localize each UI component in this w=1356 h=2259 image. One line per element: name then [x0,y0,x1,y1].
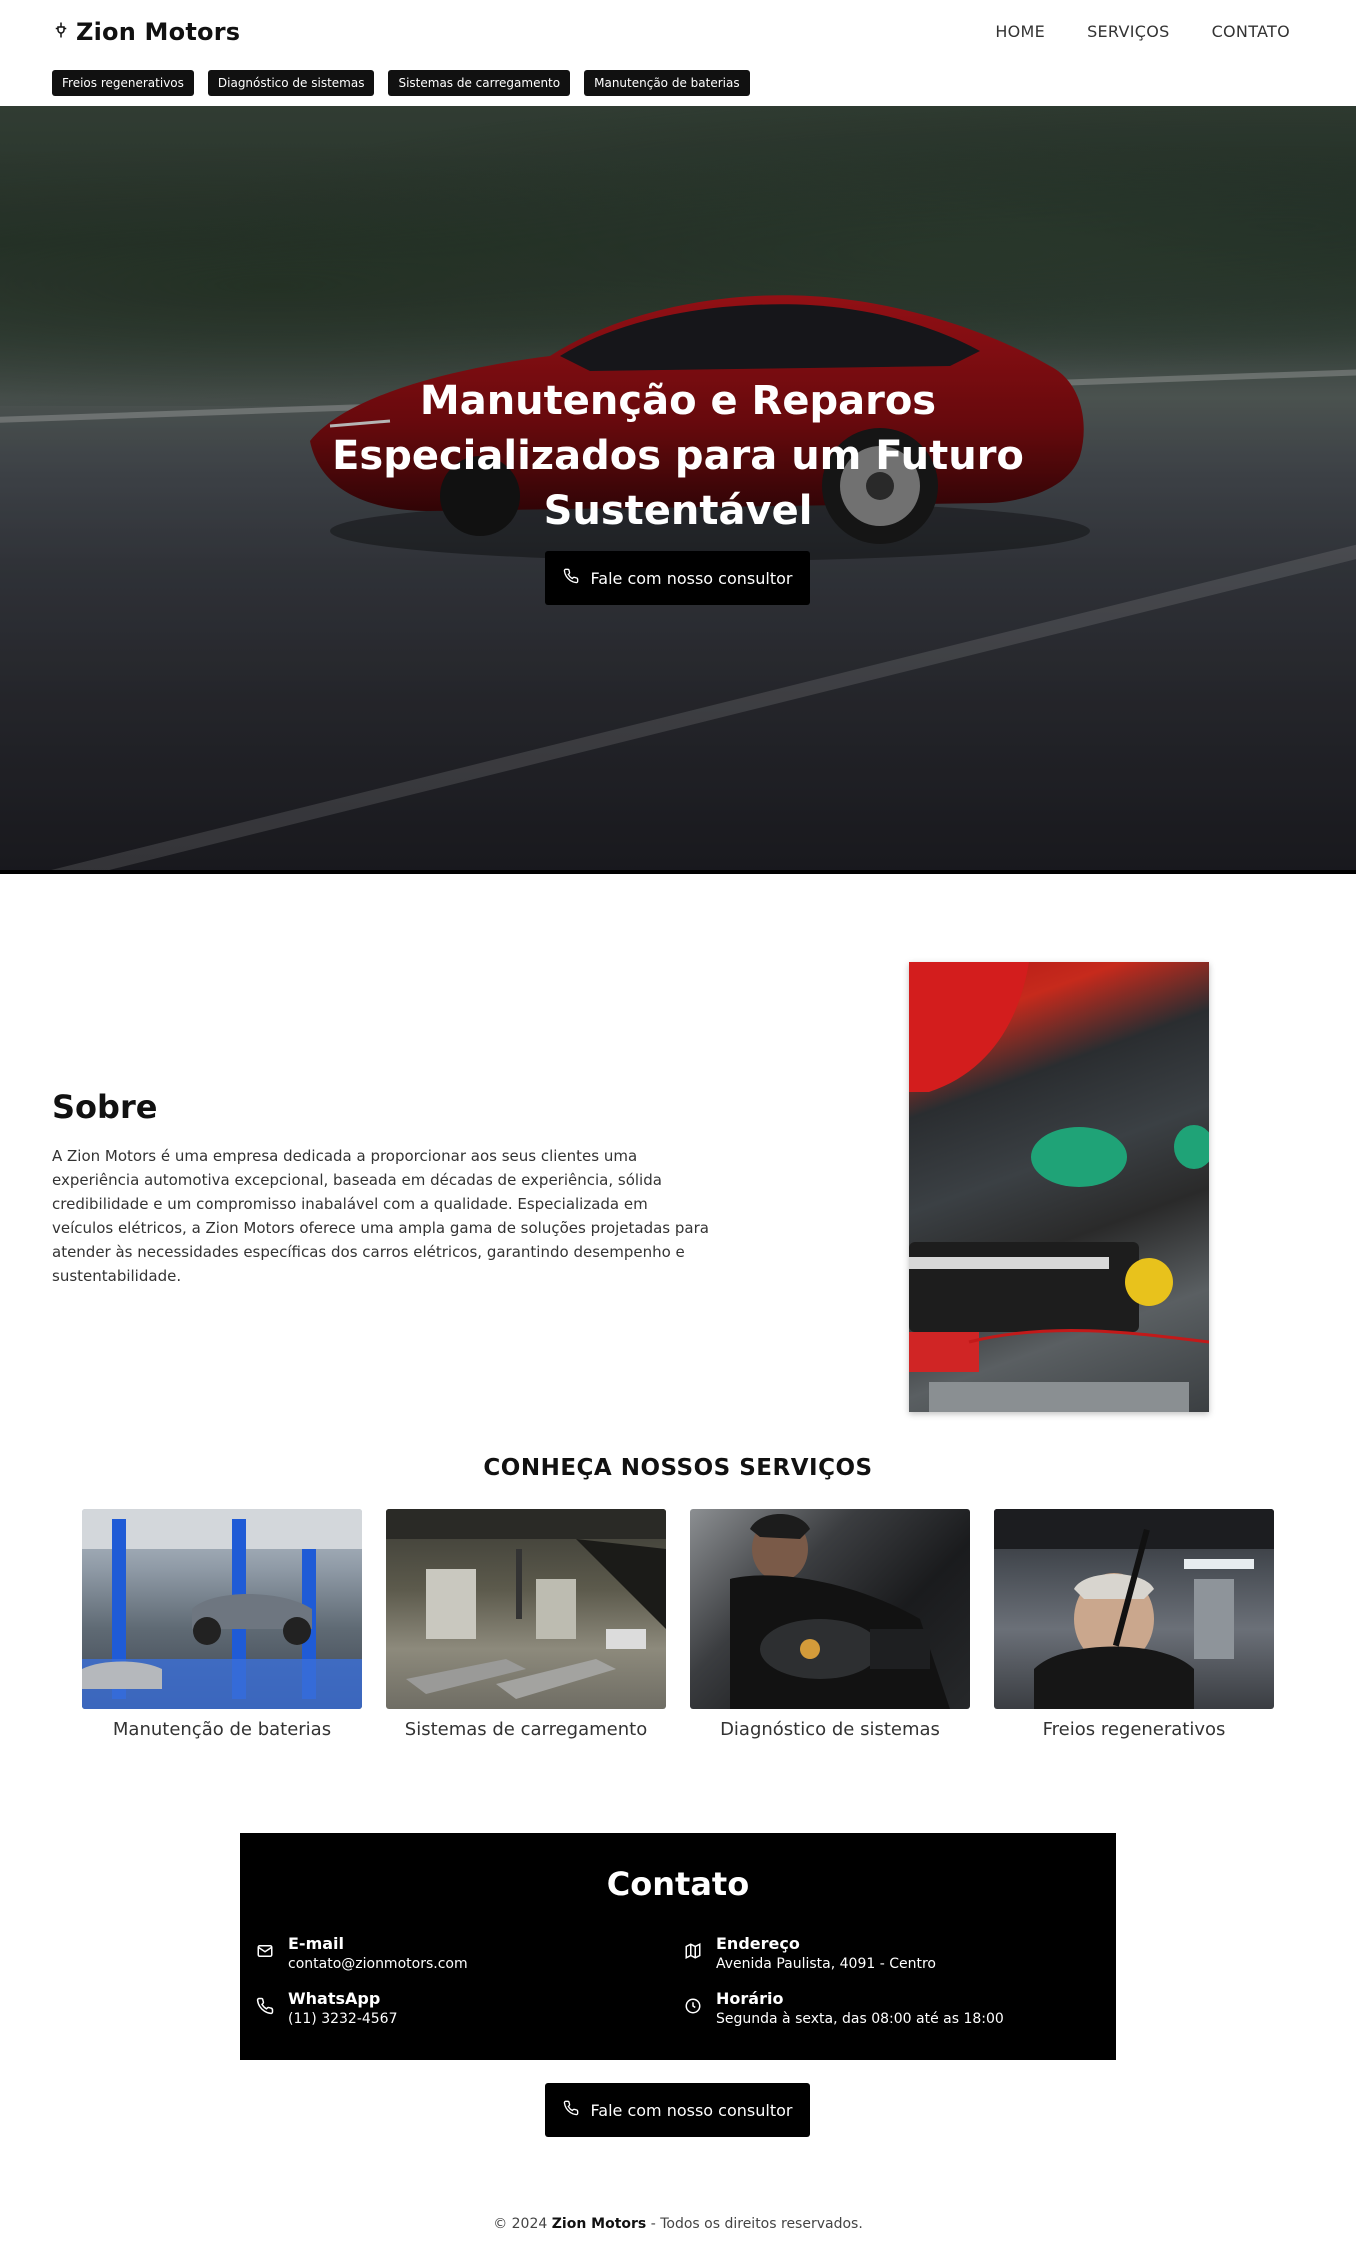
service-image-diagnostics [690,1509,970,1709]
tag-system-diagnostics[interactable]: Diagnóstico de sistemas [207,70,375,96]
hero-title-line: Sustentável [543,488,813,534]
nav-services[interactable]: SERVIÇOS [1087,22,1170,41]
phone-icon [256,1989,274,2029]
whatsapp-label: WhatsApp [288,1989,381,2008]
whatsapp-value: (11) 3232-4567 [288,2011,398,2027]
mail-icon [256,1934,274,1974]
service-card[interactable]: Diagnóstico de sistemas [690,1509,970,1740]
hours-value: Segunda à sexta, das 08:00 até as 18:00 [716,2011,1004,2027]
logo[interactable]: Zion Motors [52,18,240,46]
address-label: Endereço [716,1934,800,1953]
service-label: Manutenção de baterias [112,1719,332,1740]
hero-title: Manutenção e Reparos Especializados para… [328,374,1028,539]
tag-charging-systems[interactable]: Sistemas de carregamento [388,70,571,96]
nav-contact[interactable]: CONTATO [1212,22,1290,41]
tag-battery-maintenance[interactable]: Manutenção de baterias [584,70,750,96]
hero-cta-label: Fale com nosso consultor [590,568,793,588]
service-card[interactable]: Sistemas de carregamento [386,1509,666,1740]
plug-icon [52,21,70,43]
contact-cta-label: Fale com nosso consultor [590,2100,793,2120]
tag-regenerative-brakes[interactable]: Freios regenerativos [52,70,194,96]
service-label: Freios regenerativos [1042,1719,1226,1740]
site-header: Zion Motors HOME SERVIÇOS CONTATO Freios… [0,0,1356,106]
hero-title-line: Manutenção e Reparos [419,378,937,424]
phone-icon [563,2100,579,2120]
service-image-battery [82,1509,362,1709]
about-title: Sobre [52,1088,158,1126]
map-icon [684,1934,702,1974]
contact-address[interactable]: Endereço Avenida Paulista, 4091 - Centro [684,1934,936,1974]
nav-home[interactable]: HOME [995,22,1045,41]
main-nav: HOME SERVIÇOS CONTATO [995,22,1290,41]
service-card[interactable]: Manutenção de baterias [82,1509,362,1740]
about-text: A Zion Motors é uma empresa dedicada a p… [52,1147,709,1285]
brand-name: Zion Motors [76,18,241,46]
contact-whatsapp[interactable]: WhatsApp (11) 3232-4567 [256,1989,398,2029]
about-image [909,962,1209,1412]
service-tags: Freios regenerativos Diagnóstico de sist… [52,70,750,96]
hero-section: Manutenção e Reparos Especializados para… [0,106,1356,874]
footer-copyright: © 2024 [493,2216,548,2232]
contact-title: Contato [606,1865,750,1903]
footer-brand: Zion Motors [551,2216,647,2232]
service-label: Sistemas de carregamento [404,1719,648,1740]
email-label: E-mail [288,1934,345,1953]
service-card[interactable]: Freios regenerativos [994,1509,1274,1740]
phone-icon [563,568,579,588]
clock-icon [684,1989,702,2029]
footer-rights: - Todos os direitos reservados. [650,2216,863,2232]
service-image-charging [386,1509,666,1709]
contact-email[interactable]: E-mail contato@zionmotors.com [256,1934,468,1974]
contact-section: Contato E-mail contato@zionmotors.com Wh… [240,1833,1116,2060]
contact-cta-button[interactable]: Fale com nosso consultor [545,2083,810,2137]
hero-title-line: Especializados para um Futuro [332,433,1024,479]
service-label: Diagnóstico de sistemas [720,1719,940,1740]
email-value: contato@zionmotors.com [288,1956,468,1972]
address-value: Avenida Paulista, 4091 - Centro [716,1956,936,1972]
footer: © 2024 Zion Motors - Todos os direitos r… [0,2216,1356,2232]
contact-hours: Horário Segunda à sexta, das 08:00 até a… [684,1989,1004,2029]
services-title: CONHEÇA NOSSOS SERVIÇOS [483,1455,873,1481]
hours-label: Horário [716,1989,784,2008]
hero-cta-button[interactable]: Fale com nosso consultor [545,551,810,605]
service-image-brakes [994,1509,1274,1709]
